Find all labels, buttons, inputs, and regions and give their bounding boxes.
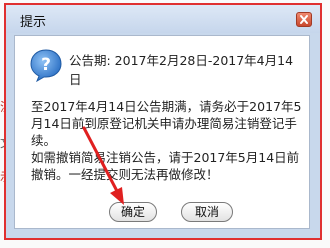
announcement-period: 公告期: 2017年2月28日-2017年4月14日 (69, 53, 294, 87)
dialog-content: ? 公告期: 2017年2月28日-2017年4月14日 至2017年4月14日… (14, 35, 310, 229)
question-icon: ? (30, 49, 62, 82)
close-button[interactable] (296, 12, 312, 27)
message-line-1: 至2017年4月14日公告期满，请务必于2017年5月14日前到原登记机关申请办… (31, 99, 302, 148)
cancel-button[interactable]: 取消 (181, 202, 233, 222)
ok-button[interactable]: 确定 (109, 202, 157, 222)
prompt-dialog: 提示 ? 公告期: 2017年2月28日-2017年4月14日 至2017年4月… (4, 3, 322, 240)
dialog-title: 提示 (20, 15, 47, 30)
message-line-2: 如需撤销简易注销公告，请于2017年5月14日前撤销。一经提交则无法再做修改！ (31, 150, 300, 182)
dialog-titlebar[interactable]: 提示 (6, 5, 320, 33)
close-icon (300, 15, 308, 24)
svg-text:?: ? (41, 55, 51, 75)
dialog-message: 至2017年4月14日公告期满，请务必于2017年5月14日前到原登记机关申请办… (31, 98, 307, 183)
